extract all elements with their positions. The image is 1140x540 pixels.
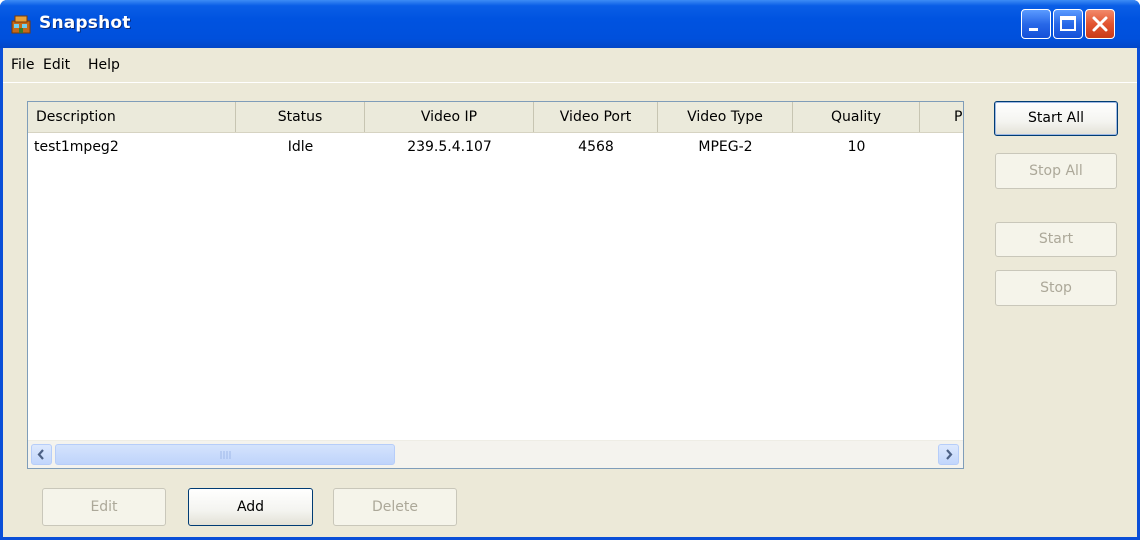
add-button[interactable]: Add [188,488,313,526]
horizontal-scrollbar[interactable] [28,440,963,468]
menu-edit[interactable]: Edit [43,57,70,73]
column-header-video-ip[interactable]: Video IP [365,102,534,132]
cell-status: Idle [287,139,314,155]
cell-video-type: MPEG-2 [698,139,753,155]
title-bar[interactable]: Snapshot [0,0,1140,48]
stop-all-button[interactable]: Stop All [995,153,1117,189]
cell-description: test1mpeg2 [34,139,119,155]
menu-separator [3,82,1137,83]
delete-button[interactable]: Delete [333,488,457,526]
scroll-right-button[interactable] [938,444,959,465]
column-header-video-type[interactable]: Video Type [658,102,793,132]
column-header-video-port[interactable]: Video Port [534,102,658,132]
start-all-button[interactable]: Start All [994,101,1118,136]
window-title: Snapshot [39,13,131,33]
list-header: Description Status Video IP Video Port V… [28,102,963,133]
close-icon [1092,16,1108,32]
table-row[interactable]: test1mpeg2 Idle 239.5.4.107 4568 MPEG-2 … [28,137,963,157]
stop-button[interactable]: Stop [995,270,1117,306]
column-header-p[interactable]: P [920,102,963,132]
chevron-left-icon [37,449,44,460]
edit-button[interactable]: Edit [42,488,166,526]
cell-quality: 10 [847,139,866,155]
chevron-right-icon [946,449,953,460]
column-header-description[interactable]: Description [28,102,236,132]
close-button[interactable] [1085,9,1115,39]
menu-file[interactable]: File [11,57,34,73]
scroll-thumb[interactable] [55,444,395,465]
snapshot-list[interactable]: Description Status Video IP Video Port V… [27,101,964,469]
maximize-button[interactable] [1053,9,1083,39]
menu-help[interactable]: Help [88,57,120,73]
menu-bar: File Edit Help [3,48,1137,82]
list-body: test1mpeg2 Idle 239.5.4.107 4568 MPEG-2 … [28,133,963,441]
cell-video-ip: 239.5.4.107 [407,139,492,155]
column-header-quality[interactable]: Quality [793,102,920,132]
column-header-status[interactable]: Status [236,102,365,132]
start-button[interactable]: Start [995,222,1117,257]
maximize-icon [1060,16,1076,31]
cell-video-port: 4568 [578,139,614,155]
minimize-icon [1029,28,1038,31]
grip-icon [220,451,231,459]
scroll-left-button[interactable] [31,444,52,465]
snapshot-window: Snapshot File Edit Help Description Stat… [0,0,1140,540]
minimize-button[interactable] [1021,9,1051,39]
snapshot-app-icon [11,15,31,34]
